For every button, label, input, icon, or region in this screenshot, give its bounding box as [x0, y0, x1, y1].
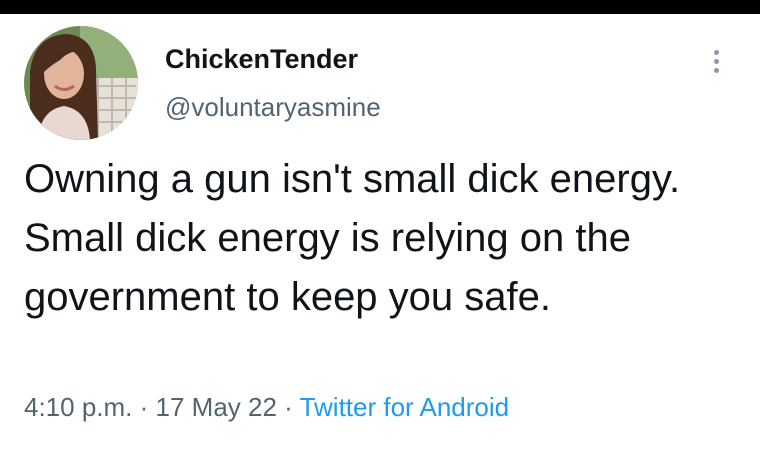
more-vertical-icon-dot [713, 58, 719, 64]
avatar[interactable] [24, 26, 138, 140]
display-name[interactable]: ChickenTender [165, 44, 358, 75]
more-vertical-icon [713, 49, 719, 55]
tweet-text: Owning a gun isn't small dick energy. Sm… [24, 157, 681, 319]
user-handle[interactable]: @voluntaryasmine [165, 92, 381, 123]
meta-separator: · [132, 392, 156, 422]
more-options-button[interactable] [702, 44, 730, 78]
tweet-card: ChickenTender @voluntaryasmine Owning a … [0, 14, 760, 454]
meta-separator: · [276, 392, 300, 422]
tweet-source-link[interactable]: Twitter for Android [300, 392, 510, 422]
tweet-time[interactable]: 4:10 p.m. [24, 392, 132, 422]
tweet-metadata: 4:10 p.m. · 17 May 22 · Twitter for Andr… [24, 392, 509, 423]
avatar-photo-icon [24, 26, 138, 140]
top-bar [0, 0, 760, 14]
tweet-date[interactable]: 17 May 22 [156, 392, 277, 422]
more-vertical-icon-dot [713, 67, 719, 73]
